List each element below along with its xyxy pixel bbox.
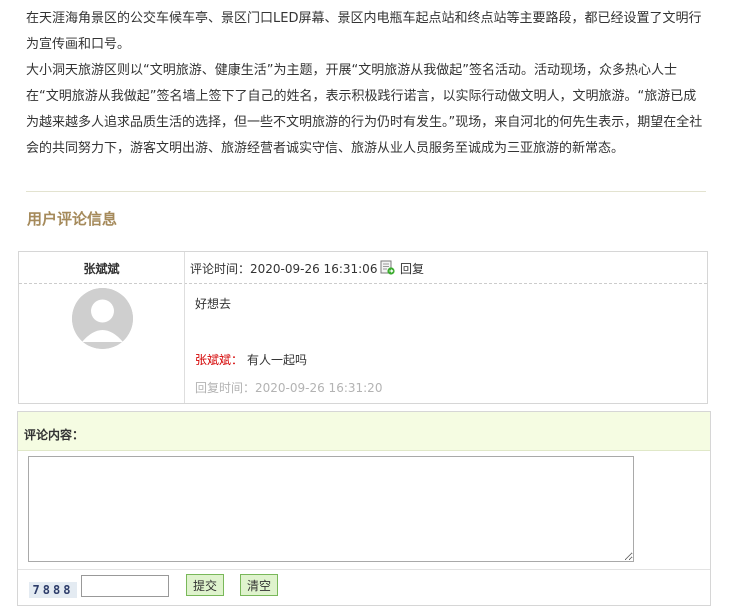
avatar: [72, 288, 133, 349]
reply-time: 回复时间：2020-09-26 16:31:20: [195, 381, 383, 395]
article-paragraph: 在天涯海角景区的公交车候车亭、景区门口LED屏幕、景区内电瓶车起点站和终点站等主…: [26, 11, 702, 52]
captcha-input[interactable]: [81, 575, 169, 597]
reply-author: 张斌斌：: [195, 353, 244, 367]
comment-form-header: 评论内容：: [18, 412, 710, 451]
submit-button[interactable]: 提交: [186, 574, 224, 596]
captcha-image[interactable]: 7888: [29, 582, 77, 598]
comment-time: 评论时间：2020-09-26 16:31:06: [190, 262, 378, 276]
comment-item: 张斌斌 评论时间：2020-09-26 16:31:06 回复 好想去 张斌斌：…: [18, 251, 708, 404]
comment-column-divider: [184, 252, 185, 403]
reply-link[interactable]: 回复: [400, 260, 424, 277]
comment-author: 张斌斌: [83, 262, 120, 276]
article-body: 在天涯海角景区的公交车候车亭、景区门口LED屏幕、景区内电瓶车起点站和终点站等主…: [26, 6, 706, 162]
comment-content-label: 评论内容：: [24, 428, 85, 442]
reply-icon[interactable]: [380, 260, 395, 275]
comment-text: 好想去: [195, 297, 232, 311]
article-paragraph: 大小洞天旅游区则以“文明旅游、健康生活”为主题，开展“文明旅游从我做起”签名活动…: [26, 63, 703, 156]
comment-form: 评论内容： 7888 提交 清空: [17, 411, 711, 606]
section-divider: [26, 191, 706, 192]
comments-section-title: 用户评论信息: [27, 210, 118, 228]
form-divider: [18, 569, 710, 570]
clear-button[interactable]: 清空: [240, 574, 278, 596]
comment-textarea[interactable]: [28, 456, 634, 562]
reply-text: 有人一起吗: [247, 353, 308, 367]
